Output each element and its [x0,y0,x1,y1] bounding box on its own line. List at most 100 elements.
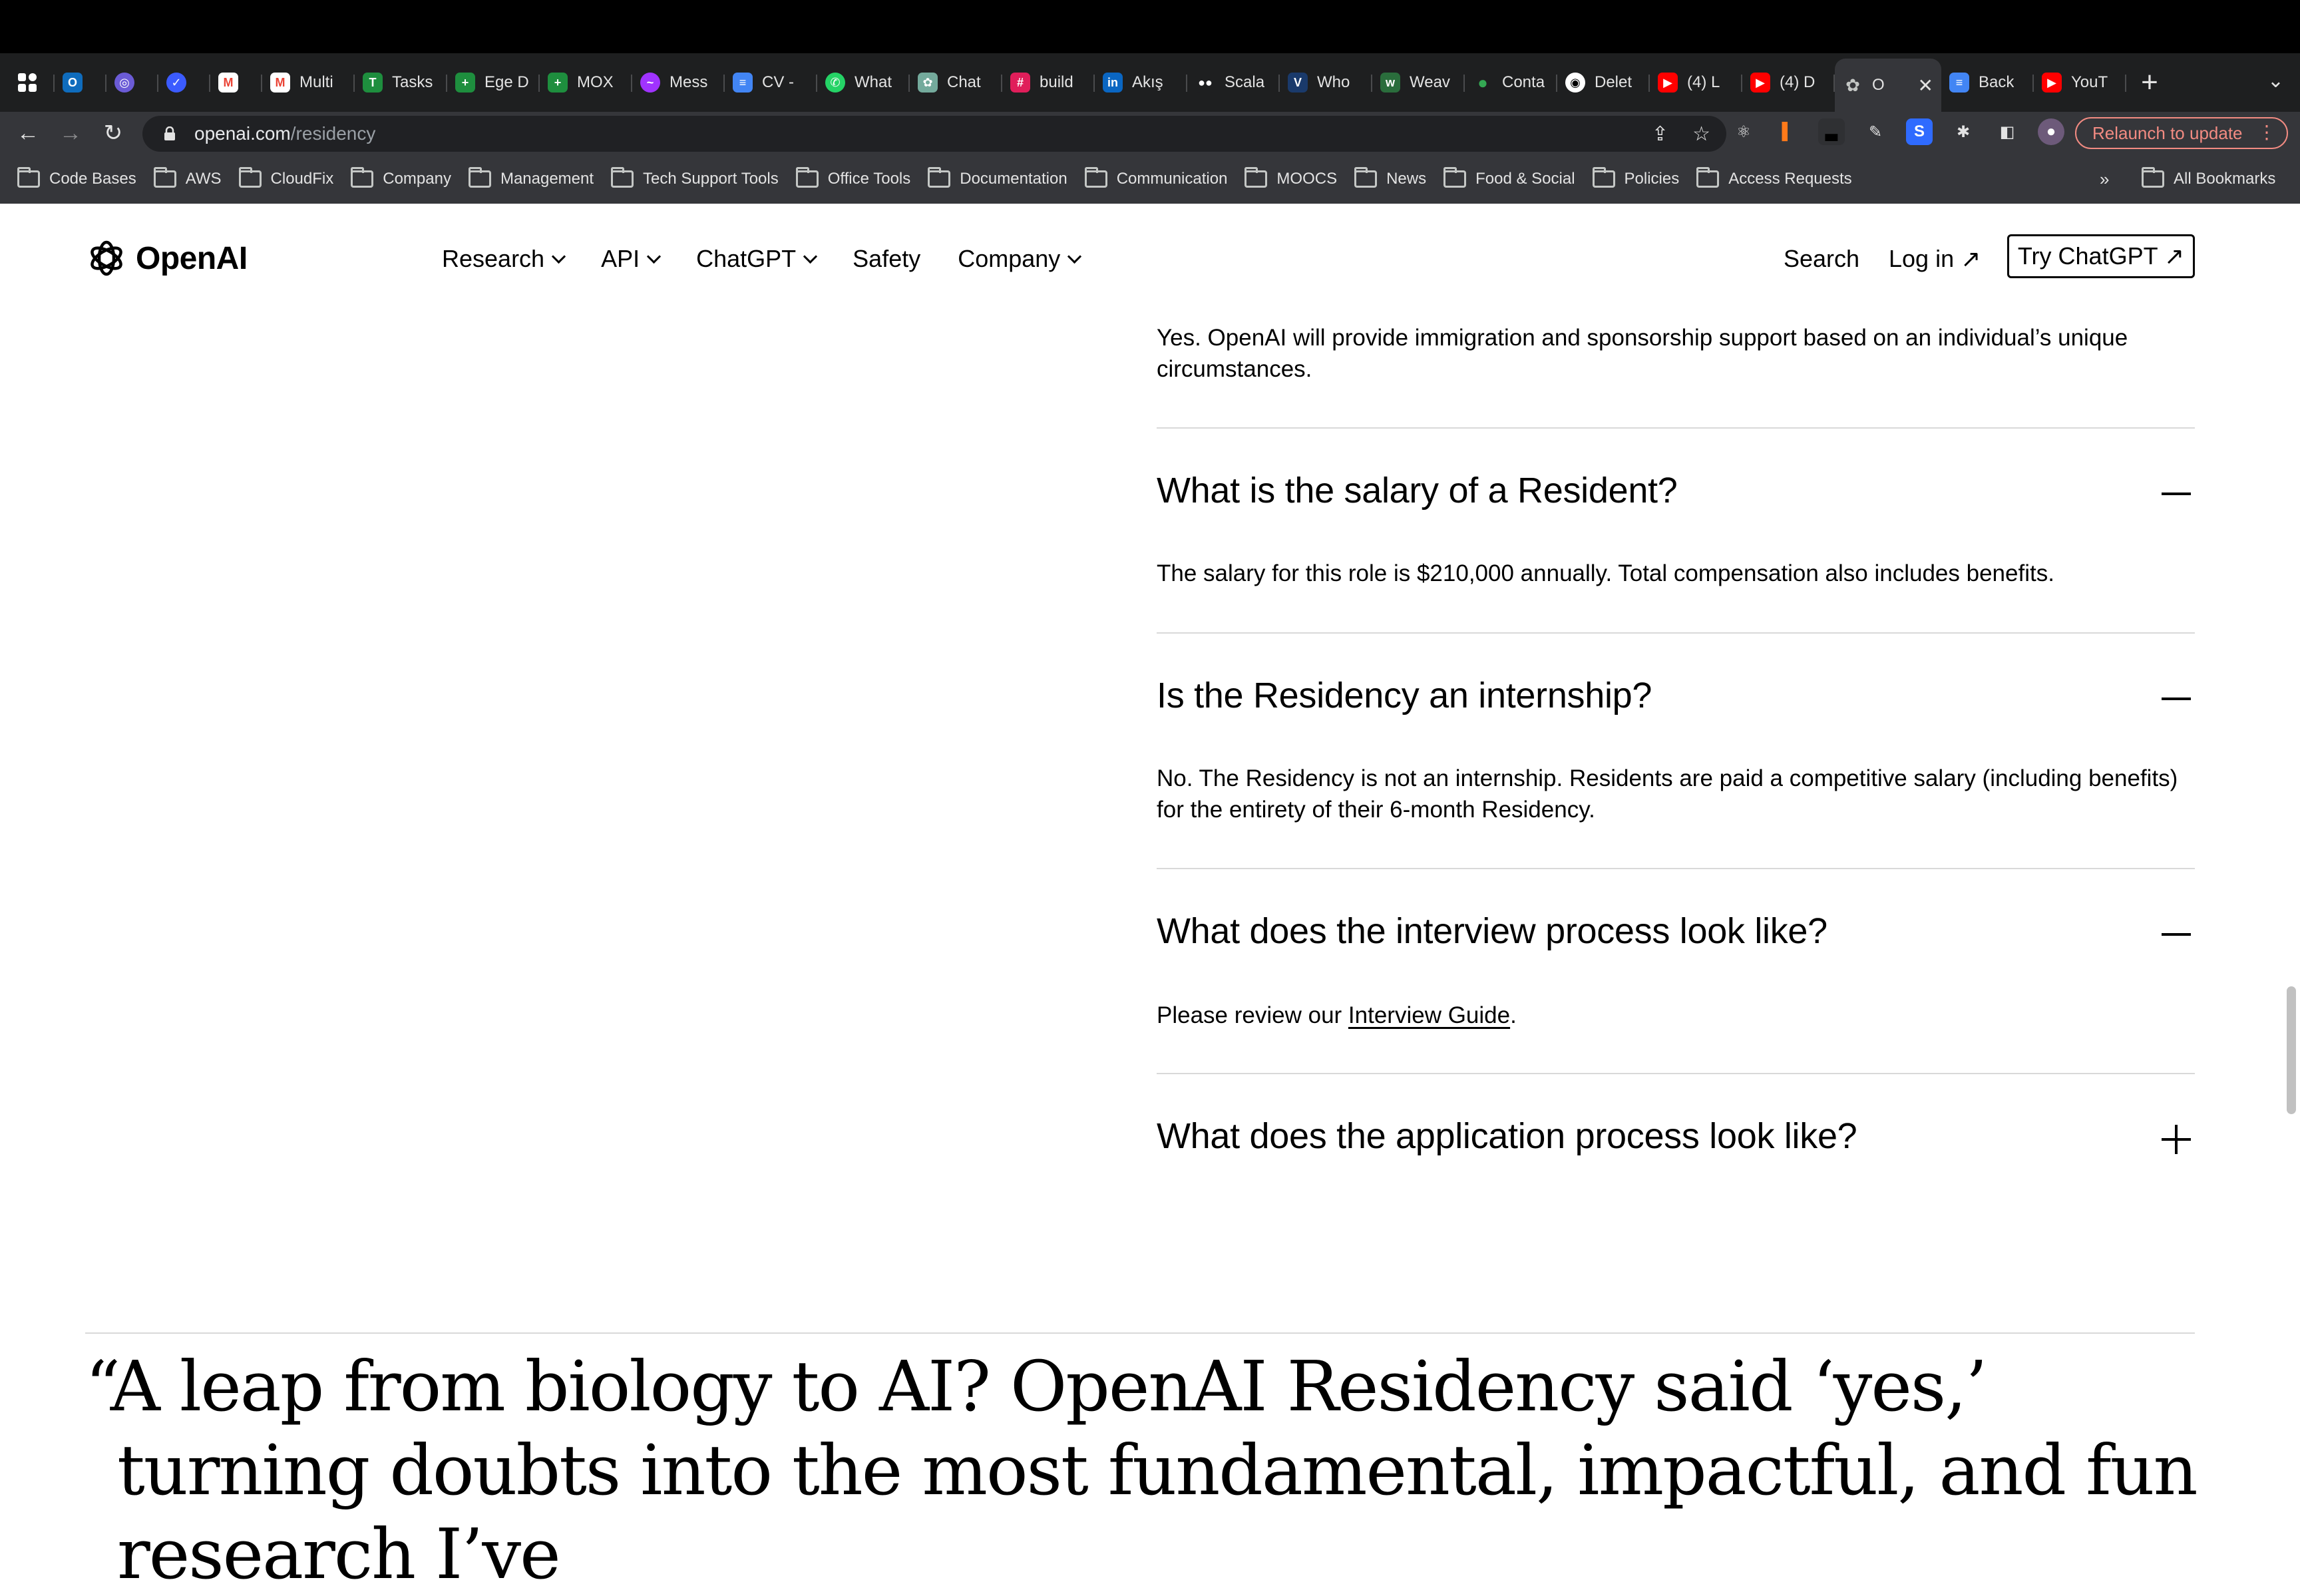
tab-linkedin[interactable]: in Akış [1095,59,1187,106]
bookmark-folder[interactable]: Documentation [928,167,1067,188]
tab-mox[interactable]: + MOX [540,59,632,106]
faq-answer-internship: No. The Residency is not an internship. … [1157,765,2178,823]
relaunch-label: Relaunch to update [2092,122,2243,143]
faq-answer-sponsorship: Yes. OpenAI will provide immigration and… [1157,325,2128,382]
tab-outlook[interactable]: O [55,59,106,106]
bookmarks-overflow-button[interactable]: » [2100,169,2109,190]
tab-circle[interactable]: ◎ [106,59,158,106]
profile-avatar[interactable]: ● [2038,118,2064,145]
tab-messenger[interactable]: ~ Mess [632,59,725,106]
bookmark-folder[interactable]: Communication [1084,167,1227,188]
tab-youtube-1[interactable]: ▶ (4) L [1650,59,1742,106]
login-link[interactable]: Log in ↗ [1889,245,1981,273]
bookmark-folder[interactable]: Company [351,167,451,188]
tab-youtube-2[interactable]: ▶ (4) D [1742,59,1835,106]
tab-title: build [1040,73,1073,91]
tab-contacts[interactable]: ● Conta [1465,59,1557,106]
github-icon: ◉ [1565,73,1585,93]
bookmark-label: Management [500,170,594,188]
extension-flag-icon[interactable]: ▌ [1774,118,1801,145]
tab-search-chevron-icon[interactable]: ⌄ [2267,69,2284,93]
clockify-icon: ✓ [166,73,186,93]
medium-icon: ●● [1195,73,1215,93]
nav-research[interactable]: Research [442,245,566,273]
tab-multi[interactable]: M Multi [262,59,355,106]
try-chatgpt-button[interactable]: Try ChatGPT ↗ [2007,234,2195,278]
bookmark-star-icon[interactable]: ☆ [1692,122,1710,146]
reload-icon[interactable]: ↻ [92,112,134,154]
bookmark-folder[interactable]: AWS [153,167,222,188]
sheets-icon: + [455,73,475,93]
collapse-minus-icon[interactable] [2162,479,2191,508]
tab-apps[interactable] [0,59,55,106]
collapse-minus-icon[interactable] [2162,920,2191,949]
tab-chatgpt[interactable]: ✿ Chat [910,59,1002,106]
tab-weave[interactable]: w Weav [1372,59,1465,106]
bookmark-folder[interactable]: Tech Support Tools [611,167,779,188]
tab-title: Weav [1410,73,1450,91]
chevron-down-icon [647,249,662,264]
folder-icon [928,167,951,188]
bookmark-folder[interactable]: News [1354,167,1426,188]
linkedin-icon: in [1103,73,1123,93]
nav-company[interactable]: Company [958,245,1082,273]
bookmark-label: Company [383,170,451,188]
faq-question-salary[interactable]: What is the salary of a Resident? [1157,470,1678,511]
expand-plus-icon[interactable] [2162,1125,2191,1154]
s-extension-icon[interactable]: S [1906,118,1933,145]
side-panel-icon[interactable]: ◧ [1994,118,2020,145]
tab-slack[interactable]: # build [1002,59,1095,106]
address-bar[interactable]: openai.com/residency ⇪ ☆ [142,116,1726,152]
tab-gmail[interactable]: M [210,59,262,106]
all-bookmarks[interactable]: All Bookmarks [2142,154,2275,204]
tab-medium[interactable]: ●● Scala [1187,59,1280,106]
forward-arrow-icon[interactable]: → [49,112,92,154]
tab-github[interactable]: ◉ Delet [1557,59,1650,106]
relaunch-button[interactable]: Relaunch to update ⋮ [2075,117,2288,149]
bookmark-folder[interactable]: MOOCS [1245,167,1337,188]
tab-openai-active[interactable]: ✿ O ✕ [1835,59,1941,112]
bookmark-folder[interactable]: Code Bases [17,167,136,188]
faq-question-internship[interactable]: Is the Residency an internship? [1157,675,1652,716]
collapse-minus-icon[interactable] [2162,684,2191,713]
tab-who[interactable]: V Who [1280,59,1372,106]
back-arrow-icon[interactable]: ← [7,112,49,154]
close-tab-icon[interactable]: ✕ [1918,75,1933,97]
nav-chatgpt[interactable]: ChatGPT [696,245,818,273]
share-icon[interactable]: ⇪ [1652,122,1668,146]
tab-clockify[interactable]: ✓ [158,59,210,106]
puzzle-extensions-icon[interactable]: ✱ [1950,118,1977,145]
bookmark-label: Code Bases [49,170,136,188]
tab-title: Delet [1595,73,1632,91]
tab-back[interactable]: ≡ Back [1941,59,2034,106]
faq-question-application[interactable]: What does the application process look l… [1157,1115,1857,1157]
color-picker-icon[interactable]: ✎ [1862,118,1889,145]
faq-question-interview[interactable]: What does the interview process look lik… [1157,910,1827,952]
app-grid-icon [18,73,37,92]
chatgpt-icon: ✿ [918,73,938,93]
tab-title: Multi [299,73,333,91]
tab-whatsapp[interactable]: ✆ What [817,59,910,106]
tab-tasks[interactable]: T Tasks [355,59,447,106]
interview-guide-link[interactable]: Interview Guide [1348,1002,1510,1028]
tab-title: Conta [1502,73,1545,91]
bookmark-folder[interactable]: Access Requests [1696,167,1852,188]
nav-api[interactable]: API [601,245,662,273]
page-scrollbar[interactable] [2287,986,2296,1114]
new-tab-button[interactable]: + [2126,59,2173,106]
screen-top-bar [0,0,2300,53]
extension-dark-icon[interactable]: ▃ [1818,118,1845,145]
tab-youtube-3[interactable]: ▶ YouT [2034,59,2126,106]
react-devtools-icon[interactable]: ⚛ [1730,118,1757,145]
folder-icon [468,167,491,188]
bookmark-folder[interactable]: Food & Social [1443,167,1575,188]
bookmark-folder[interactable]: Office Tools [795,167,910,188]
tab-ege[interactable]: + Ege D [447,59,540,106]
openai-logo[interactable]: OpenAI [85,237,248,280]
bookmark-folder[interactable]: Policies [1592,167,1679,188]
bookmark-folder[interactable]: CloudFix [238,167,333,188]
bookmark-folder[interactable]: Management [468,167,594,188]
tab-cv[interactable]: ≡ CV - [725,59,817,106]
search-link[interactable]: Search [1784,245,1859,273]
nav-safety[interactable]: Safety [853,245,920,273]
